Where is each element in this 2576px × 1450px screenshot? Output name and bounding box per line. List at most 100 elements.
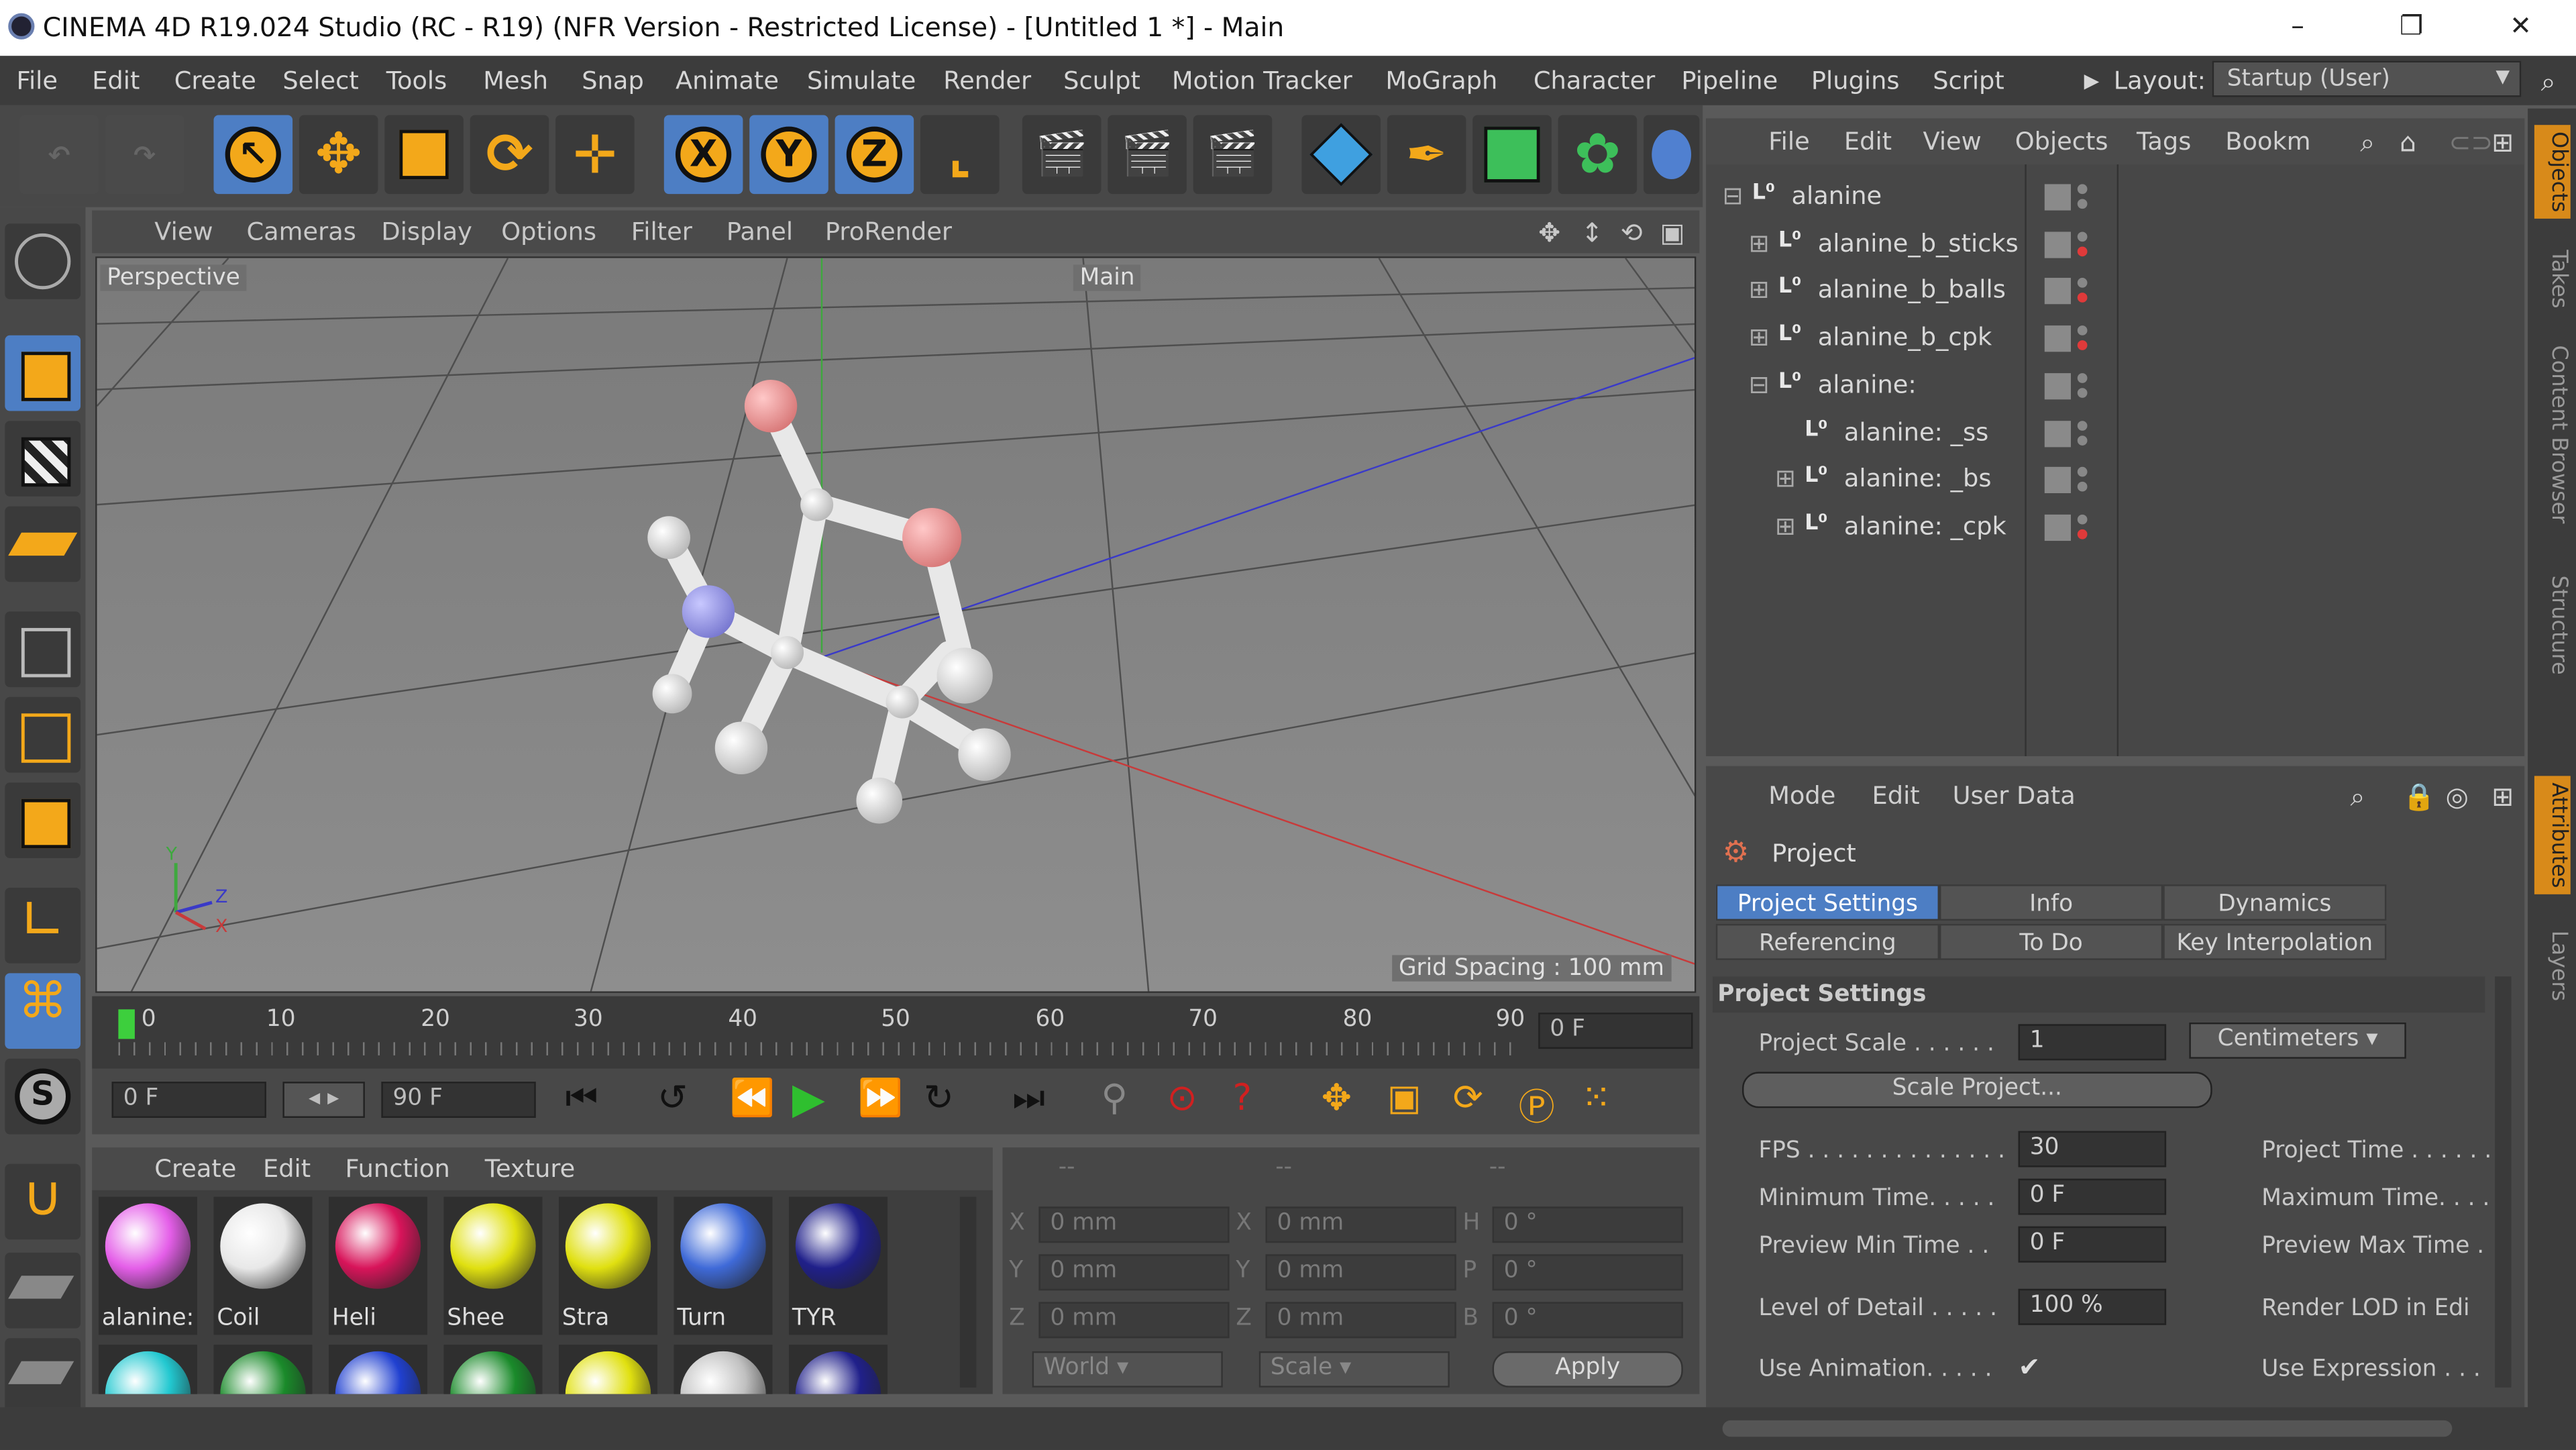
prev-key-icon[interactable]: ↺ <box>657 1078 688 1119</box>
object-name[interactable]: alanine_b_balls <box>1818 275 2006 305</box>
obj-menu-objects[interactable]: Objects <box>2015 127 2108 156</box>
cube-button[interactable] <box>1301 115 1381 195</box>
vp-move-icon[interactable]: ✥ <box>1538 217 1560 248</box>
restore-button[interactable]: ❐ <box>2400 10 2423 42</box>
use-animation-checkbox[interactable]: ✔ <box>2019 1351 2041 1383</box>
coord-value-field[interactable]: 0 mm <box>1038 1302 1230 1339</box>
workplane-mode-button[interactable] <box>5 506 81 582</box>
tree-expander-icon[interactable]: ⊞ <box>1749 228 1770 258</box>
key-param-icon[interactable]: Ⓟ <box>1519 1078 1555 1131</box>
menu-sculpt[interactable]: Sculpt <box>1063 66 1140 95</box>
polygons-mode-button[interactable] <box>5 782 81 858</box>
vp-menu-filter[interactable]: Filter <box>631 217 692 246</box>
coord-value-field[interactable]: 0 ° <box>1492 1254 1683 1291</box>
mat-menu-edit[interactable]: Edit <box>263 1154 311 1184</box>
min-time-field[interactable]: 0 F <box>2018 1178 2167 1215</box>
tweak-mode-button[interactable]: ⌘ <box>5 973 81 1049</box>
obj-menu-bookmarks[interactable]: Bookm <box>2225 127 2310 156</box>
obj-menu-tags[interactable]: Tags <box>2137 127 2191 156</box>
rotate-button[interactable]: ⟳ <box>470 115 549 195</box>
prev-frame-icon[interactable]: ⏪ <box>730 1078 775 1119</box>
help-icon[interactable]: ? <box>1233 1078 1252 1119</box>
coord-value-field[interactable]: 0 ° <box>1492 1206 1683 1243</box>
material-swatch[interactable] <box>213 1345 313 1394</box>
current-frame-field[interactable]: 0 F <box>1538 1013 1693 1049</box>
end-frame-field[interactable]: 90 F <box>381 1082 536 1118</box>
vp-menu-options[interactable]: Options <box>501 217 596 246</box>
play-icon[interactable]: ▶ <box>792 1075 825 1125</box>
attr-target-icon[interactable]: ◎ <box>2446 781 2469 813</box>
axis-mode-button[interactable]: ∟ <box>5 888 81 964</box>
tree-expander-icon[interactable]: ⊟ <box>1723 181 1743 211</box>
menu-select[interactable]: Select <box>282 66 358 95</box>
layout-select[interactable]: Startup (User) ▼ <box>2212 60 2522 97</box>
tab-content-browser[interactable]: Content Browser <box>2534 346 2571 524</box>
obj-new-window-icon[interactable]: ⊞ <box>2491 127 2514 158</box>
fps-field[interactable]: 30 <box>2018 1131 2167 1168</box>
start-frame-field[interactable]: 0 F <box>111 1082 266 1118</box>
solo-button[interactable]: S <box>5 1058 81 1135</box>
mat-menu-texture[interactable]: Texture <box>485 1154 576 1184</box>
attr-lock-icon[interactable]: 🔒 <box>2403 781 2436 813</box>
attr-horizontal-scrollbar[interactable] <box>1722 1420 2453 1437</box>
edges-mode-button[interactable] <box>5 696 81 773</box>
key-rotate-icon[interactable]: ⟳ <box>1453 1078 1483 1119</box>
menu-animate[interactable]: Animate <box>676 66 779 95</box>
minimize-button[interactable]: – <box>2291 10 2304 42</box>
next-frame-icon[interactable]: ⏩ <box>858 1078 903 1119</box>
mat-menu-create[interactable]: Create <box>154 1154 236 1184</box>
object-name[interactable]: alanine: <box>1818 370 1917 399</box>
layer-checkbox[interactable] <box>2044 231 2071 258</box>
main-camera-label[interactable]: Main <box>1073 264 1142 291</box>
search-icon[interactable]: ⌕ <box>2541 66 2556 99</box>
snap-button[interactable]: ∪ <box>5 1163 81 1240</box>
obj-menu-file[interactable]: File <box>1768 127 1810 156</box>
points-mode-button[interactable] <box>5 611 81 688</box>
scale-project-button[interactable]: Scale Project... <box>1742 1072 2212 1108</box>
attr-search-icon[interactable]: ⌕ <box>2351 781 2365 814</box>
layer-checkbox[interactable] <box>2044 514 2071 541</box>
range-slider[interactable]: ◂ ▸ <box>282 1082 365 1118</box>
project-scale-unit-select[interactable]: Centimeters ▾ <box>2189 1022 2406 1059</box>
scale-button[interactable] <box>384 115 464 195</box>
deformer-button[interactable] <box>1644 115 1700 195</box>
menu-character[interactable]: Character <box>1534 66 1655 95</box>
material-swatch[interactable] <box>559 1345 657 1394</box>
goto-start-icon[interactable]: ⏮ <box>566 1078 598 1119</box>
menu-edit[interactable]: Edit <box>92 66 140 95</box>
attr-new-window-icon[interactable]: ⊞ <box>2491 781 2514 813</box>
layer-checkbox[interactable] <box>2044 372 2071 399</box>
obj-search-icon[interactable]: ⌕ <box>2360 127 2375 160</box>
coord-value-field[interactable]: 0 mm <box>1265 1206 1456 1243</box>
tab-attributes[interactable]: Attributes <box>2534 776 2571 895</box>
redo-button[interactable]: ↷ <box>105 115 184 195</box>
tree-expander-icon[interactable]: ⊟ <box>1749 370 1770 399</box>
editor-visibility-dot[interactable] <box>2077 278 2088 289</box>
tab-objects[interactable]: Objects <box>2534 125 2571 219</box>
editor-visibility-dot[interactable] <box>2077 419 2088 430</box>
vp-menu-panel[interactable]: Panel <box>727 217 793 246</box>
material-swatch[interactable]: Stra <box>559 1196 657 1335</box>
vp-menu-view[interactable]: View <box>154 217 213 246</box>
apply-button[interactable]: Apply <box>1492 1351 1683 1388</box>
tree-expander-icon[interactable]: ⊞ <box>1775 511 1796 541</box>
model-mode-button[interactable] <box>5 335 81 411</box>
vp-menu-display[interactable]: Display <box>381 217 472 246</box>
make-editable-button[interactable] <box>5 223 81 299</box>
material-swatch[interactable]: TYR <box>789 1196 888 1335</box>
material-swatch[interactable] <box>443 1345 543 1394</box>
object-row[interactable]: ⊞ L⁰ alanine_b_balls <box>1706 268 2524 315</box>
menu-file[interactable]: File <box>17 66 58 95</box>
live-selection-button[interactable]: ↖ <box>213 115 293 195</box>
object-name[interactable]: alanine_b_cpk <box>1818 322 1992 352</box>
menu-tools[interactable]: Tools <box>386 66 447 95</box>
coord-value-field[interactable]: 0 mm <box>1265 1254 1456 1291</box>
z-axis-button[interactable]: Z <box>835 115 914 195</box>
editor-visibility-dot[interactable] <box>2077 325 2088 336</box>
attr-menu-edit[interactable]: Edit <box>1872 781 1920 811</box>
keyframe-icon[interactable]: ⚲ <box>1102 1078 1128 1119</box>
menu-script[interactable]: Script <box>1933 66 2004 95</box>
material-swatch[interactable] <box>789 1345 888 1394</box>
preview-min-field[interactable]: 0 F <box>2018 1226 2167 1263</box>
editor-visibility-dot[interactable] <box>2077 184 2088 195</box>
